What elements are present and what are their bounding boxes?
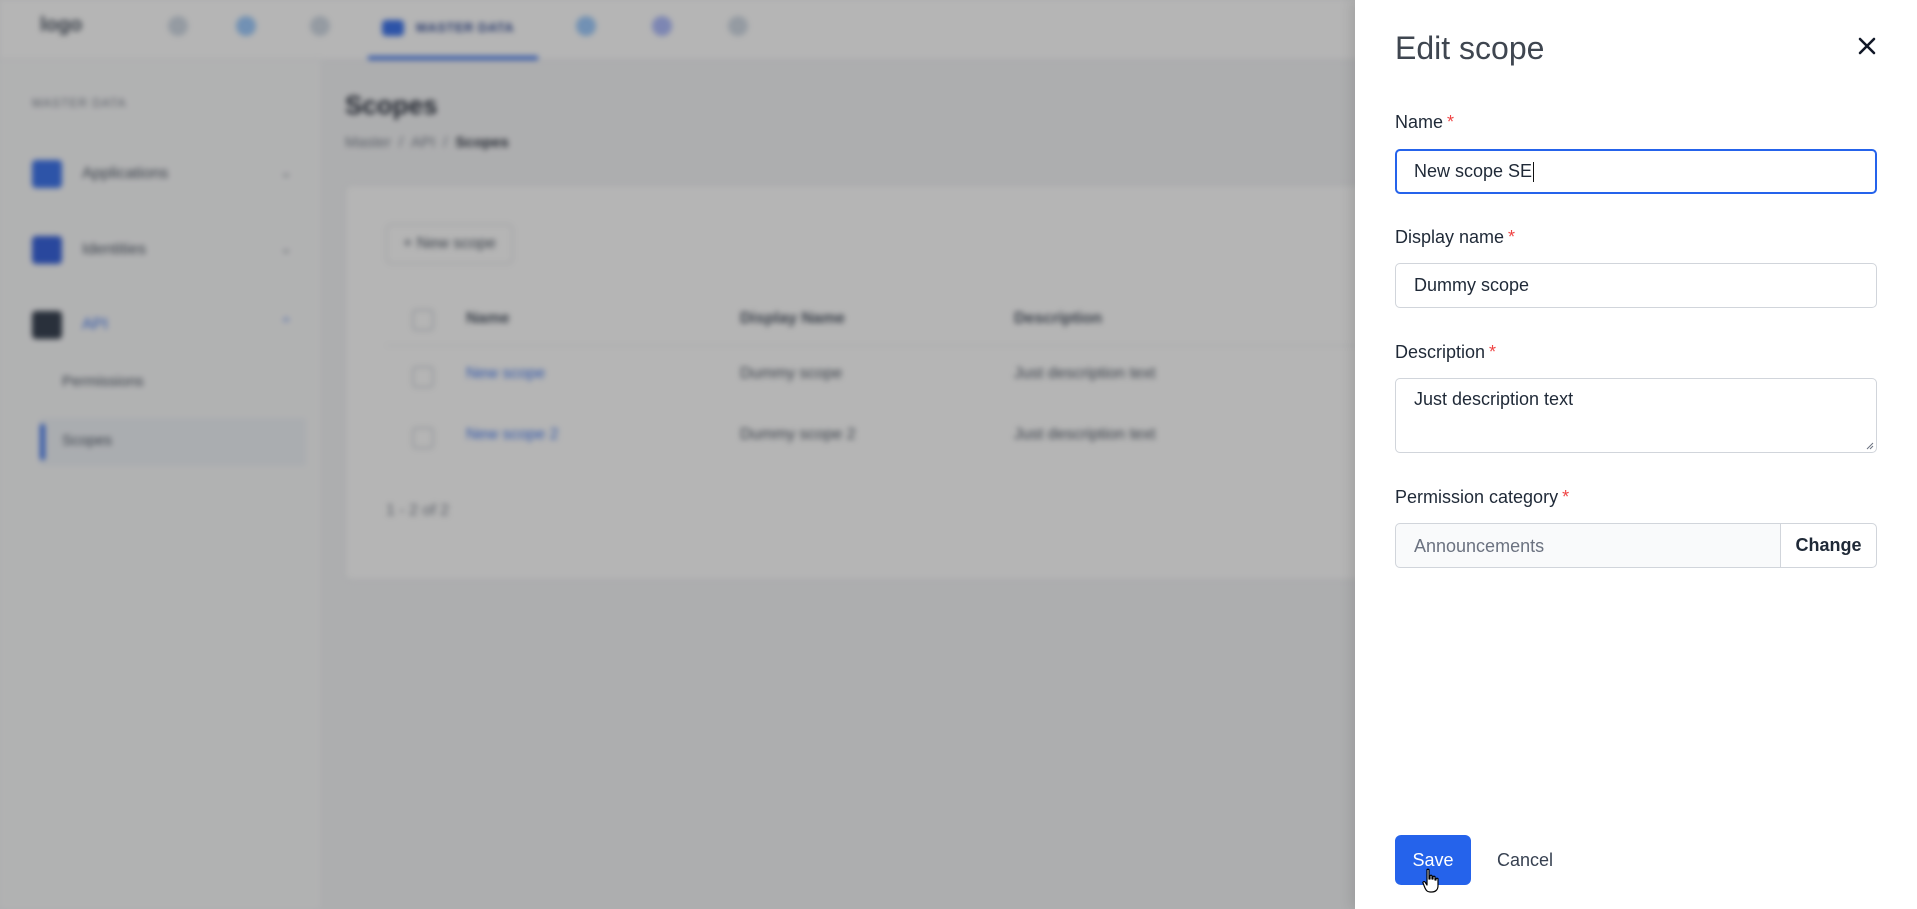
description-value: Just description text <box>1414 389 1574 409</box>
change-button[interactable]: Change <box>1780 524 1876 567</box>
name-label: Name * <box>1395 112 1455 132</box>
name-input-value: New scope SE <box>1414 161 1533 181</box>
required-marker: * <box>1447 112 1455 132</box>
permission-category-label: Permission category * <box>1395 487 1570 507</box>
name-input[interactable]: New scope SE <box>1395 149 1877 194</box>
display-name-label: Display name * <box>1395 227 1516 247</box>
resize-grip-icon[interactable] <box>1864 440 1874 450</box>
close-icon[interactable] <box>1855 34 1879 58</box>
required-marker: * <box>1489 342 1497 362</box>
permission-category-field: Announcements Change <box>1395 523 1877 568</box>
hand-cursor-icon <box>1422 868 1439 893</box>
drawer-title: Edit scope <box>1395 30 1545 66</box>
display-name-input[interactable]: Dummy scope <box>1395 263 1877 308</box>
description-textarea[interactable]: Just description text <box>1395 378 1877 453</box>
description-label: Description * <box>1395 342 1497 362</box>
required-marker: * <box>1562 487 1570 507</box>
display-name-value: Dummy scope <box>1414 275 1530 295</box>
cancel-button[interactable]: Cancel <box>1497 850 1553 871</box>
text-caret <box>1533 162 1535 183</box>
required-marker: * <box>1508 227 1516 247</box>
permission-category-value: Announcements <box>1414 536 1545 556</box>
edit-scope-drawer: Edit scope Name * New scope SE Display na… <box>1355 0 1917 909</box>
